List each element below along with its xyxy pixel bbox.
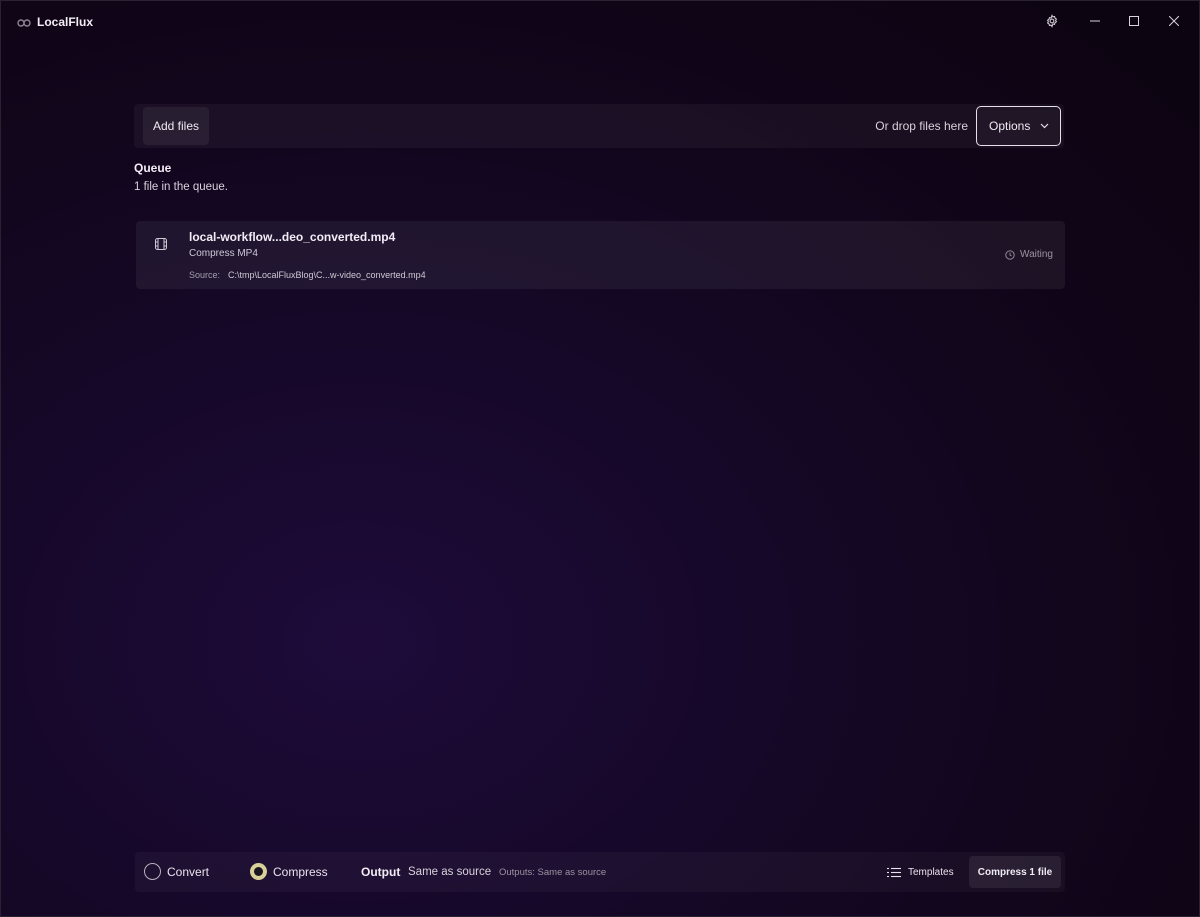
queue-item-task: Compress MP4	[189, 248, 258, 259]
title-bar: LocalFlux	[1, 1, 1199, 41]
minimize-icon[interactable]	[1075, 1, 1115, 41]
queue-item-source-label: Source:	[189, 270, 221, 280]
queue-count: 1 file in the queue.	[134, 181, 228, 193]
add-files-button[interactable]: Add files	[143, 107, 209, 145]
drop-files-hint: Or drop files here	[875, 119, 968, 133]
status-text: Waiting	[1020, 249, 1053, 260]
compress-files-button[interactable]: Compress 1 file	[969, 856, 1061, 888]
outputs-summary: Outputs: Same as source	[499, 867, 607, 878]
queue-item[interactable]: local-workflow...deo_converted.mp4 Compr…	[136, 221, 1065, 289]
maximize-icon[interactable]	[1114, 1, 1154, 41]
list-icon	[887, 867, 901, 877]
options-dropdown-button[interactable]: Options	[976, 106, 1061, 146]
radio-selected-dot	[254, 867, 263, 876]
queue-item-status: Waiting	[1005, 249, 1053, 260]
output-value-selector[interactable]: Same as source	[408, 866, 491, 878]
compress-radio-label[interactable]: Compress	[273, 865, 328, 879]
templates-label: Templates	[908, 866, 954, 878]
compress-radio[interactable]	[250, 863, 267, 880]
close-icon[interactable]	[1154, 1, 1194, 41]
queue-item-source-path: C:\tmp\LocalFluxBlog\C...w-video_convert…	[228, 270, 426, 280]
queue-title: Queue	[134, 161, 172, 175]
options-label: Options	[989, 119, 1031, 133]
output-label: Output	[361, 865, 401, 879]
app-logo-icon	[17, 15, 31, 27]
video-file-icon	[154, 237, 168, 256]
templates-button[interactable]: Templates	[887, 862, 954, 882]
queue-item-filename: local-workflow...deo_converted.mp4	[189, 230, 396, 244]
chevron-down-icon	[1040, 123, 1049, 129]
convert-radio[interactable]	[144, 863, 161, 880]
gear-icon[interactable]	[1032, 1, 1072, 41]
app-title: LocalFlux	[37, 15, 94, 29]
bottom-action-bar: Convert Compress Output Same as source O…	[135, 852, 1065, 892]
clock-icon	[1005, 249, 1015, 260]
file-toolbar: Add files Or drop files here Options	[134, 104, 1064, 148]
convert-radio-label[interactable]: Convert	[167, 865, 209, 879]
